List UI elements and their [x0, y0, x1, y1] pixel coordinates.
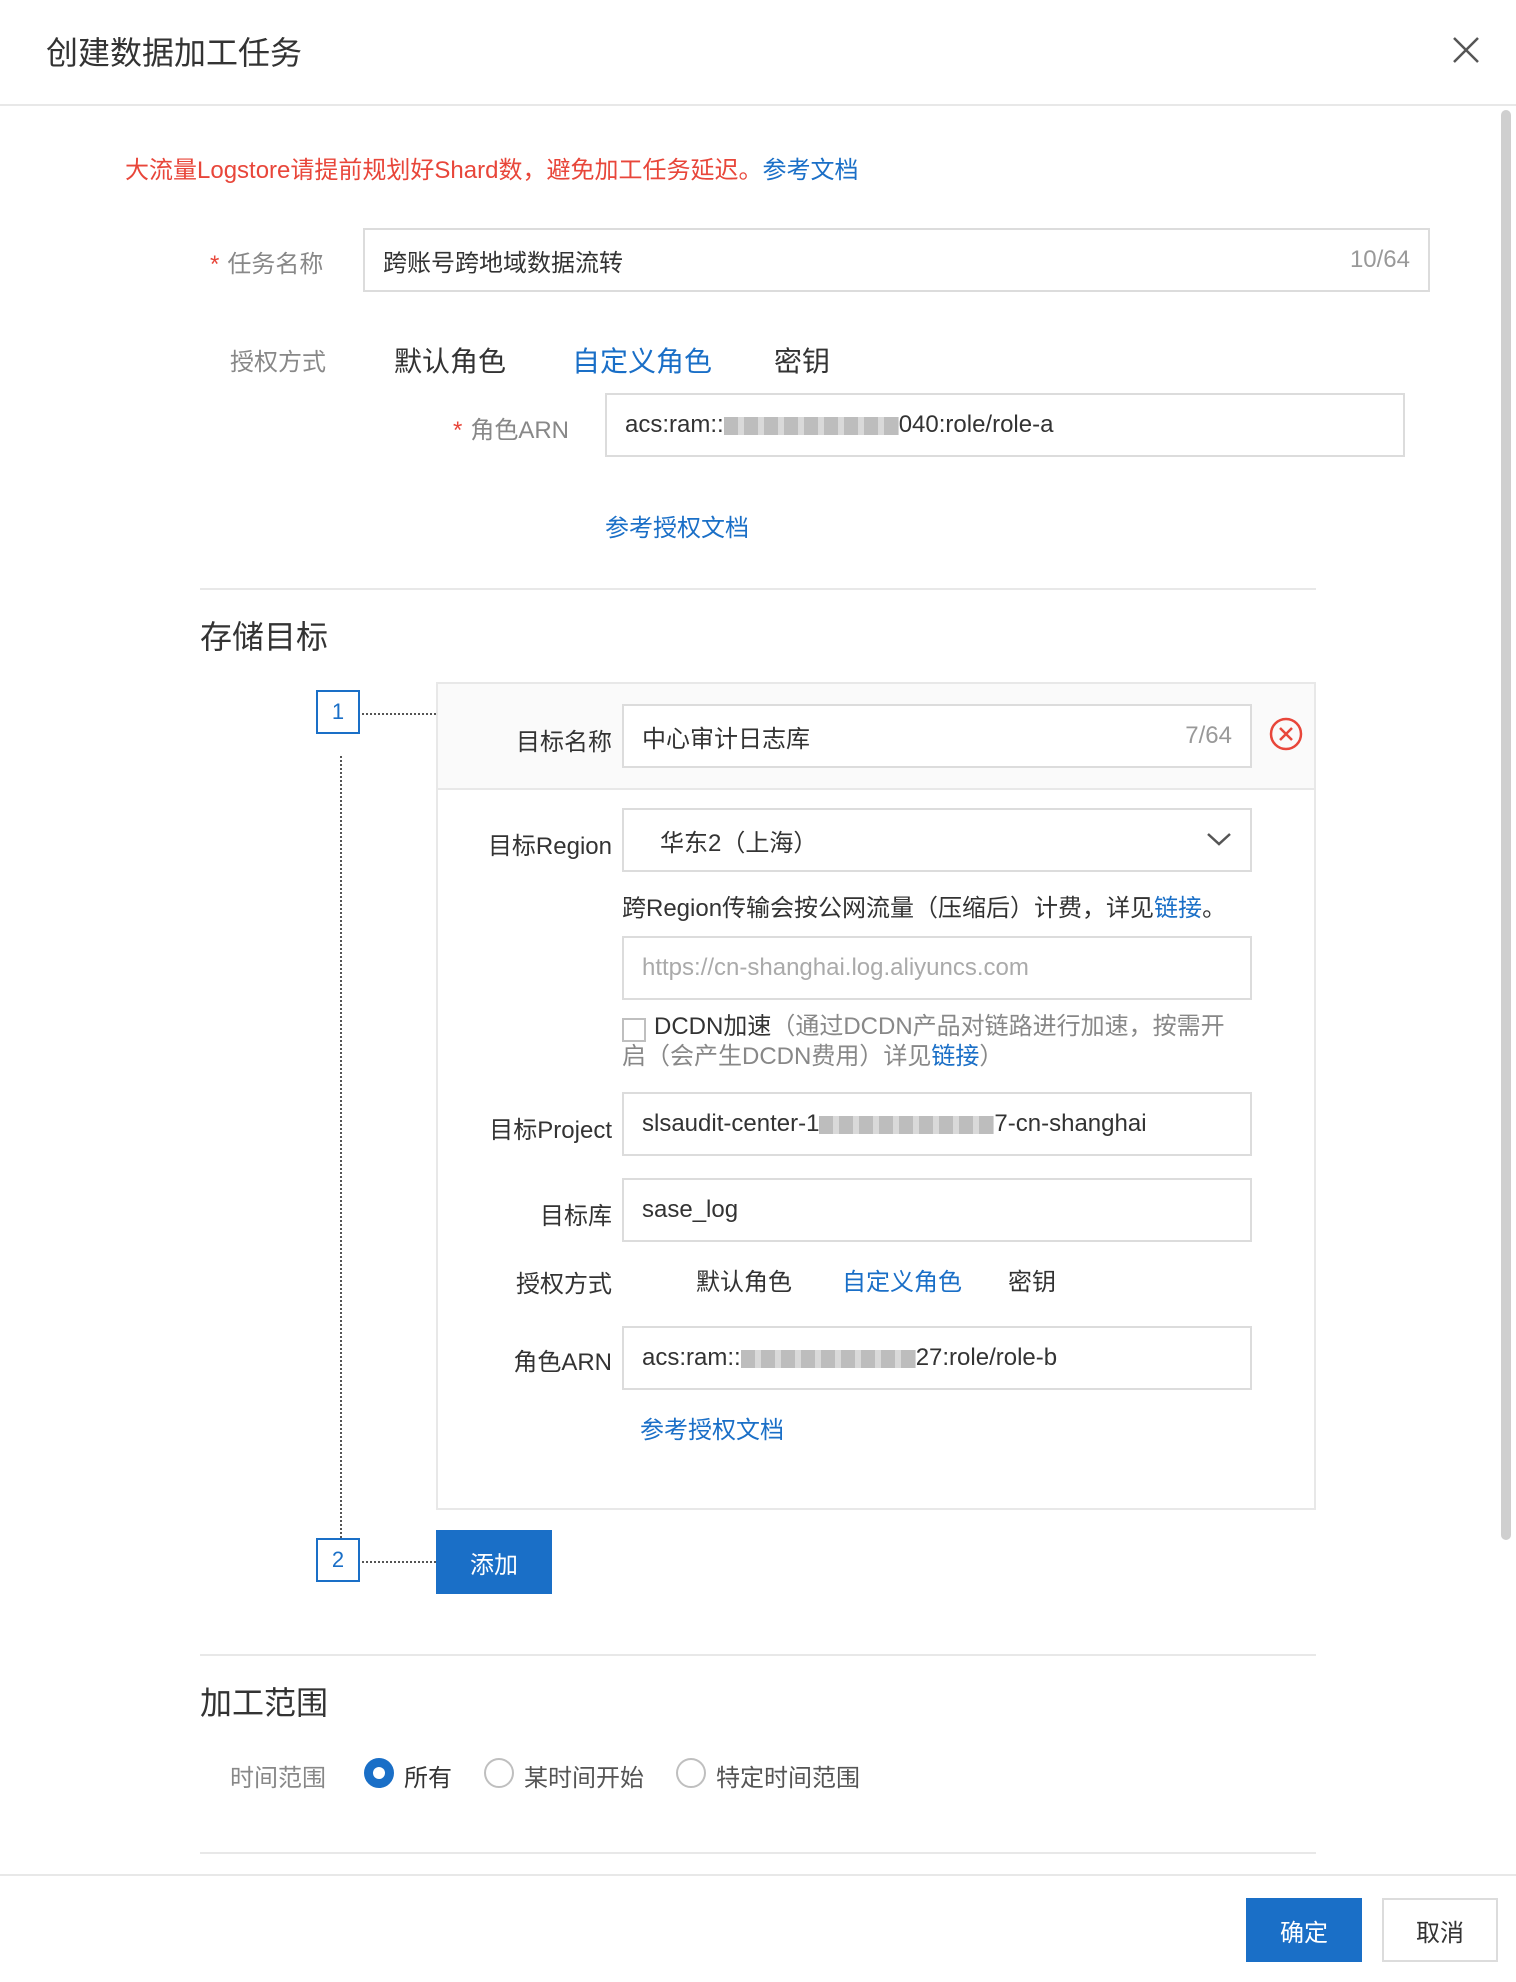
radio-specific-range[interactable]	[676, 1758, 706, 1788]
required-mark: *	[210, 251, 220, 278]
endpoint-input[interactable]: https://cn-shanghai.log.aliyuncs.com	[622, 936, 1252, 1000]
target-role-arn-value: acs:ram:: 27:role/role-b	[642, 1344, 1058, 1371]
target-role-arn-input[interactable]: acs:ram:: 27:role/role-b	[622, 1326, 1252, 1390]
target-name-input[interactable]: 中心审计日志库 7/64	[622, 704, 1252, 768]
redacted-mask	[819, 1115, 995, 1134]
target-tab-default-role[interactable]: 默认角色	[696, 1262, 792, 1297]
auth-method-label: 授权方式	[230, 349, 326, 376]
radio-all[interactable]	[364, 1758, 394, 1788]
role-arn-label: * 角色ARN	[453, 417, 570, 444]
tab-default-role[interactable]: 默认角色	[394, 340, 506, 380]
region-billing-note: 跨Region传输会按公网流量（压缩后）计费，详见链接。	[622, 895, 1227, 922]
required-mark: *	[453, 417, 463, 444]
step-1-badge: 1	[316, 690, 360, 734]
time-range-label: 时间范围	[230, 1765, 326, 1792]
task-name-count: 10/64	[1349, 246, 1410, 273]
dcdn-link[interactable]: 链接	[931, 1043, 979, 1070]
target-store-value: sase_log	[642, 1196, 739, 1223]
step-connector	[362, 1561, 436, 1563]
remove-target-icon[interactable]	[1268, 716, 1304, 752]
target-name-value: 中心审计日志库	[642, 725, 810, 753]
target-project-label: 目标Project	[489, 1117, 612, 1144]
close-icon[interactable]	[1446, 30, 1486, 70]
tab-access-key[interactable]: 密钥	[774, 340, 830, 380]
dialog-title: 创建数据加工任务	[46, 35, 303, 71]
add-target-button[interactable]: 添加	[436, 1530, 552, 1594]
region-select[interactable]: 华东2（上海）	[622, 808, 1252, 872]
target-role-arn-label: 角色ARN	[513, 1349, 612, 1376]
target-project-input[interactable]: slsaudit-center-1 7-cn-shanghai	[622, 1092, 1252, 1156]
section-divider	[200, 1852, 1316, 1854]
auth-doc-link[interactable]: 参考授权文档	[605, 508, 749, 543]
target-store-label: 目标库	[540, 1203, 612, 1230]
section-divider	[200, 1654, 1316, 1656]
task-name-input[interactable]: 跨账号跨地域数据流转 10/64	[363, 228, 1430, 292]
dcdn-note: DCDN加速（通过DCDN产品对链路进行加速，按需开 启（会产生DCDN费用）详见…	[622, 1013, 1225, 1070]
target-region-label: 目标Region	[487, 833, 612, 860]
step-connector	[340, 756, 342, 1538]
radio-from-time-label: 某时间开始	[524, 1765, 644, 1792]
shard-warning: 大流量Logstore请提前规划好Shard数，避免加工任务延迟。参考文档	[125, 150, 858, 185]
chevron-down-icon	[1206, 826, 1232, 854]
task-name-label: * 任务名称	[210, 251, 324, 278]
target-tab-custom-role[interactable]: 自定义角色	[842, 1262, 962, 1297]
target-auth-doc-link[interactable]: 参考授权文档	[640, 1410, 784, 1445]
role-arn-input[interactable]: acs:ram:: 040:role/role-a	[605, 393, 1405, 457]
storage-target-title: 存储目标	[200, 619, 329, 655]
dcdn-label: DCDN加速	[654, 1013, 772, 1040]
section-divider	[200, 588, 1316, 590]
tab-custom-role[interactable]: 自定义角色	[572, 340, 712, 380]
redacted-mask	[723, 416, 899, 435]
radio-specific-range-label: 特定时间范围	[716, 1765, 860, 1792]
role-arn-value: acs:ram:: 040:role/role-a	[625, 411, 1054, 438]
target-auth-label: 授权方式	[516, 1271, 612, 1298]
redacted-mask	[740, 1349, 916, 1368]
step-connector	[362, 713, 436, 715]
step-2-badge: 2	[316, 1538, 360, 1582]
target-project-value: slsaudit-center-1 7-cn-shanghai	[642, 1110, 1147, 1137]
target-name-label: 目标名称	[516, 729, 612, 756]
endpoint-placeholder: https://cn-shanghai.log.aliyuncs.com	[642, 954, 1029, 981]
target-store-input[interactable]: sase_log	[622, 1178, 1252, 1242]
confirm-button[interactable]: 确定	[1246, 1898, 1362, 1962]
billing-link[interactable]: 链接	[1154, 895, 1202, 922]
reference-doc-link[interactable]: 参考文档	[762, 157, 858, 184]
radio-from-time[interactable]	[484, 1758, 514, 1788]
target-tab-access-key[interactable]: 密钥	[1008, 1262, 1056, 1297]
target-name-count: 7/64	[1185, 722, 1232, 749]
cancel-button[interactable]: 取消	[1382, 1898, 1498, 1962]
scrollbar[interactable]	[1501, 110, 1511, 1540]
region-value: 华东2（上海）	[660, 829, 818, 857]
warning-text: 大流量Logstore请提前规划好Shard数，避免加工任务延迟。	[125, 157, 763, 184]
task-name-value: 跨账号跨地域数据流转	[383, 249, 623, 277]
processing-scope-title: 加工范围	[200, 1685, 329, 1721]
radio-all-label: 所有	[404, 1765, 452, 1792]
